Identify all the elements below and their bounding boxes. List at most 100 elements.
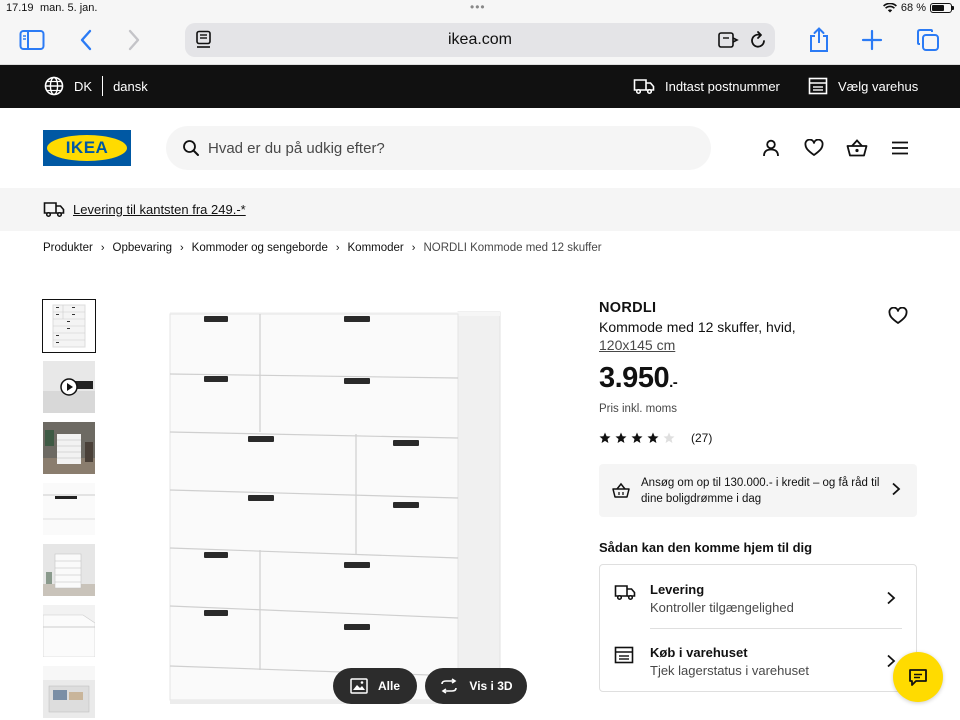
back-icon[interactable]: [72, 26, 100, 54]
delivery-truck-icon: [633, 79, 655, 95]
reload-icon[interactable]: [749, 30, 767, 55]
forward-icon[interactable]: [120, 26, 148, 54]
star-filled-icon: [599, 432, 611, 443]
thumbnail-list: [42, 299, 96, 720]
breadcrumb-item[interactable]: Kommoder: [348, 242, 404, 254]
chevron-right-icon: ›: [411, 242, 416, 254]
view-3d-label: Vis i 3D: [469, 679, 513, 693]
delivery-option-title: Køb i varehuset: [650, 645, 748, 660]
rating-stars: [599, 432, 675, 444]
delivery-option-subtitle: Kontroller tilgængelighed: [650, 600, 794, 615]
tabs-overview-icon[interactable]: [914, 26, 942, 54]
status-date: man. 5. jan.: [40, 2, 98, 14]
view-3d-button[interactable]: Vis i 3D: [425, 668, 527, 704]
star-filled-icon: [647, 432, 659, 443]
share-icon[interactable]: [805, 26, 833, 54]
menu-icon[interactable]: [889, 137, 911, 159]
search-input[interactable]: [208, 126, 688, 170]
chat-button[interactable]: [893, 652, 943, 702]
chevron-right-icon: ›: [335, 242, 340, 254]
rotate-3d-icon: [441, 678, 458, 694]
product-description: Kommode med 12 skuffer, hvid,: [599, 319, 796, 335]
credit-offer-card[interactable]: Ansøg om op til 130.000.- i kredit – og …: [599, 464, 917, 517]
chat-bubble-icon: [909, 669, 927, 686]
battery-icon: [930, 3, 954, 13]
chevron-right-icon: [892, 482, 901, 496]
heart-icon[interactable]: [803, 137, 825, 159]
breadcrumb-current: NORDLI Kommode med 12 skuffer: [423, 242, 602, 254]
star-filled-icon: [615, 432, 627, 443]
battery-percent: 68 %: [900, 2, 926, 14]
breadcrumb-item[interactable]: Produkter: [43, 242, 93, 254]
store-icon: [808, 77, 828, 95]
wifi-icon: [882, 3, 897, 13]
thumbnail-room[interactable]: [43, 422, 95, 474]
url-text: ikea.com: [447, 31, 513, 48]
chevron-right-icon: ›: [100, 242, 105, 254]
chevron-right-icon: [887, 591, 896, 605]
breadcrumb-item[interactable]: Opbevaring: [113, 242, 172, 254]
truck-icon: [614, 585, 636, 601]
thumbnail-handle-detail[interactable]: [43, 483, 95, 535]
price-note: Pris inkl. moms: [599, 403, 677, 415]
postal-code-label: Indtast postnummer: [665, 78, 780, 94]
piggy-basket-icon: [612, 482, 630, 498]
product-dimensions-link[interactable]: 120x145 cm: [599, 337, 675, 353]
delivery-banner: Levering til kantsten fra 249.-*: [0, 188, 960, 231]
search-icon: [183, 140, 199, 156]
store-icon: [614, 646, 634, 664]
choose-store-label: Vælg varehus: [838, 78, 919, 94]
thumbnail-room-2[interactable]: [43, 544, 95, 596]
multitask-dots-icon[interactable]: •••: [470, 0, 486, 14]
chevron-right-icon: ›: [180, 242, 184, 254]
delivery-options-box: Levering Kontroller tilgængelighed Køb i…: [599, 564, 917, 692]
globe-icon: [44, 76, 64, 96]
basket-icon[interactable]: [846, 137, 868, 159]
search-bar[interactable]: [166, 126, 711, 170]
delivery-option-subtitle: Tjek lagerstatus i varehuset: [650, 663, 809, 678]
thumbnail-open-drawer[interactable]: [43, 666, 95, 718]
star-empty-icon: [663, 432, 675, 443]
gallery-icon: [350, 678, 368, 694]
breadcrumb-item[interactable]: Kommoder og sengeborde: [192, 242, 328, 254]
lang-divider: [102, 76, 104, 96]
all-images-label: Alle: [377, 679, 400, 693]
ios-status-bar: 17.19 man. 5. jan. ••• 68 %: [0, 0, 960, 18]
language-selector[interactable]: DK dansk: [44, 76, 148, 96]
add-to-favorites-heart-icon[interactable]: [888, 306, 910, 329]
delivery-option-store[interactable]: Køb i varehuset Tjek lagerstatus i vareh…: [600, 628, 916, 691]
review-count: (27): [691, 431, 713, 445]
language-label: dansk: [113, 78, 148, 94]
price-suffix: .-: [669, 374, 678, 391]
thumbnail-front[interactable]: [42, 299, 96, 353]
sidebar-icon[interactable]: [18, 26, 46, 54]
logo-text: IKEA: [65, 138, 109, 157]
breadcrumb: Produkter › Opbevaring › Kommoder og sen…: [43, 242, 602, 254]
product-price: 3.950.-: [599, 362, 678, 395]
price-main: 3.950: [599, 362, 670, 394]
country-code: DK: [74, 78, 93, 94]
postal-code-button[interactable]: Indtast postnummer: [633, 77, 780, 95]
delivery-section-title: Sådan kan den komme hjem til dig: [599, 540, 813, 555]
extension-icon[interactable]: [717, 30, 739, 55]
thumbnail-video[interactable]: [43, 361, 95, 413]
star-filled-icon: [631, 432, 643, 443]
product-rating[interactable]: (27): [599, 431, 712, 445]
ikea-logo[interactable]: IKEA: [43, 130, 131, 166]
delivery-option-home[interactable]: Levering Kontroller tilgængelighed: [600, 565, 916, 629]
ikea-top-bar: DK dansk Indtast postnummer Vælg varehus: [0, 65, 960, 108]
product-name: NORDLI: [599, 300, 657, 316]
thumbnail-top-detail[interactable]: [43, 605, 95, 657]
product-main-image[interactable]: [160, 300, 510, 710]
browser-toolbar: ikea.com: [0, 18, 960, 65]
user-icon[interactable]: [760, 137, 782, 159]
delivery-banner-link[interactable]: Levering til kantsten fra 249.-*: [73, 202, 246, 217]
status-time: 17.19: [6, 2, 34, 14]
all-images-button[interactable]: Alle: [333, 668, 417, 704]
address-bar[interactable]: ikea.com: [185, 23, 775, 57]
choose-store-button[interactable]: Vælg varehus: [808, 77, 918, 95]
delivery-truck-icon: [43, 202, 65, 218]
new-tab-icon[interactable]: [858, 26, 886, 54]
credit-offer-text: Ansøg om op til 130.000.- i kredit – og …: [641, 477, 880, 505]
site-header: IKEA: [0, 108, 960, 188]
